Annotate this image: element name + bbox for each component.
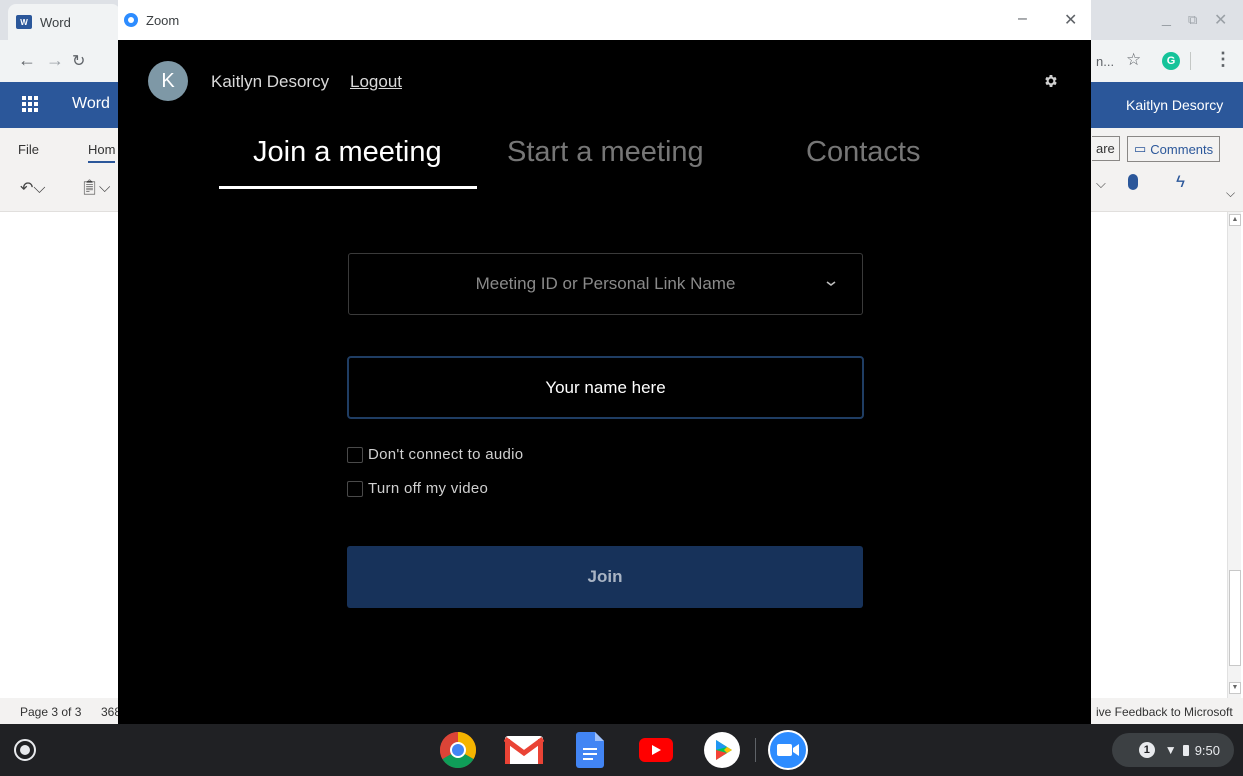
zoom-close-icon[interactable]: ✕ — [1064, 10, 1077, 30]
meeting-id-dropdown[interactable]: Meeting ID or Personal Link Name — [348, 253, 863, 315]
comments-label: Comments — [1150, 141, 1214, 157]
turn-off-video-checkbox[interactable] — [347, 480, 363, 497]
clock-time: 9:50 — [1194, 742, 1220, 758]
scrollbar-thumb[interactable] — [1229, 570, 1241, 666]
clipboard-icon[interactable]: 📋︎⌵ — [80, 178, 110, 196]
play-store-icon[interactable] — [702, 730, 742, 770]
shelf-divider — [755, 738, 756, 762]
dont-connect-audio-checkbox[interactable] — [347, 446, 363, 463]
system-tray[interactable]: 1 ▼ 9:50 — [1112, 733, 1234, 767]
docs-icon[interactable] — [570, 730, 610, 770]
toolbar-divider — [1190, 52, 1191, 70]
browser-tab-title: Word — [40, 14, 71, 30]
wifi-icon: ▼ — [1164, 743, 1177, 757]
undo-icon[interactable]: ↶⌵ — [20, 178, 46, 198]
scroll-up-arrow-icon[interactable]: ▲ — [1229, 214, 1241, 226]
grammarly-icon[interactable]: G — [1162, 52, 1180, 70]
launcher-icon[interactable] — [14, 739, 36, 761]
word-app-label: Word — [72, 95, 110, 112]
app-launcher-waffle-icon[interactable] — [22, 96, 38, 112]
tab-join-a-meeting[interactable]: Join a meeting — [253, 136, 442, 169]
notification-count-badge[interactable]: 1 — [1138, 742, 1155, 758]
ribbon-expand-chevron-icon[interactable]: ⌵ — [1226, 186, 1235, 201]
comments-button[interactable]: ▭ Comments — [1127, 136, 1221, 162]
more-menu-icon[interactable]: ⋮ — [1214, 49, 1232, 70]
tab-contacts[interactable]: Contacts — [806, 136, 920, 169]
zoom-window-title: Zoom — [146, 12, 180, 28]
chrome-icon[interactable] — [438, 730, 478, 770]
zoom-icon[interactable] — [768, 730, 808, 770]
feedback-link[interactable]: ive Feedback to Microsoft — [1096, 705, 1233, 719]
dont-connect-audio-option[interactable]: Don't connect to audio — [347, 446, 523, 463]
join-button[interactable]: Join — [347, 546, 863, 608]
scroll-down-arrow-icon[interactable]: ▼ — [1229, 682, 1241, 694]
back-icon[interactable]: ← — [18, 50, 36, 71]
minimize-icon[interactable]: _ — [1162, 10, 1171, 28]
gear-icon[interactable] — [1040, 70, 1062, 92]
ribbon-tab-home[interactable]: Hom — [88, 142, 116, 163]
comment-icon: ▭ — [1134, 141, 1147, 156]
meeting-id-placeholder: Meeting ID or Personal Link Name — [475, 274, 736, 293]
lightning-icon[interactable]: ϟ — [1176, 172, 1185, 192]
ribbon-tab-file[interactable]: File — [18, 142, 39, 157]
signed-in-user-name: Kaitlyn Desorcy — [211, 72, 330, 91]
turn-off-video-option[interactable]: Turn off my video — [347, 480, 488, 497]
dictate-mic-icon[interactable] — [1128, 174, 1138, 190]
os-shelf: 1 ▼ 9:50 — [0, 724, 1243, 776]
bookmark-star-icon[interactable]: ☆ — [1126, 50, 1141, 70]
zoom-minimize-icon[interactable]: – — [1018, 10, 1027, 28]
restore-icon[interactable]: ⧉ — [1188, 12, 1197, 28]
youtube-icon[interactable] — [636, 730, 676, 770]
logout-link[interactable]: Logout — [350, 72, 402, 92]
dont-connect-audio-label[interactable]: Don't connect to audio — [368, 446, 523, 463]
close-icon[interactable]: ✕ — [1214, 10, 1227, 30]
chevron-down-icon[interactable] — [824, 276, 838, 290]
ribbon-dropdown-icon[interactable]: ⌵ — [1096, 176, 1106, 192]
active-tab-indicator — [219, 186, 477, 189]
avatar[interactable]: K — [148, 61, 188, 101]
omnibox-partial-text[interactable]: n... — [1096, 54, 1114, 69]
forward-icon[interactable]: → — [46, 50, 64, 71]
tab-start-a-meeting[interactable]: Start a meeting — [507, 136, 704, 169]
word-icon: W — [16, 15, 32, 29]
gmail-icon[interactable] — [504, 730, 544, 770]
reload-icon[interactable]: ↻ — [72, 51, 85, 71]
zoom-logo-icon — [124, 13, 138, 27]
share-button[interactable]: are — [1092, 136, 1120, 161]
your-name-input[interactable] — [347, 356, 864, 419]
battery-icon — [1182, 744, 1189, 756]
zoom-main-panel: K Kaitlyn Desorcy Logout Join a meeting … — [118, 40, 1091, 724]
document-scrollbar[interactable]: ▲ ▼ — [1227, 212, 1241, 698]
browser-tab-word[interactable]: W Word — [8, 4, 120, 40]
turn-off-video-label[interactable]: Turn off my video — [368, 480, 488, 497]
zoom-titlebar: Zoom – ✕ — [118, 0, 1091, 40]
page-count: Page 3 of 3 — [20, 705, 82, 719]
word-account-name[interactable]: Kaitlyn Desorcy — [1126, 97, 1223, 113]
